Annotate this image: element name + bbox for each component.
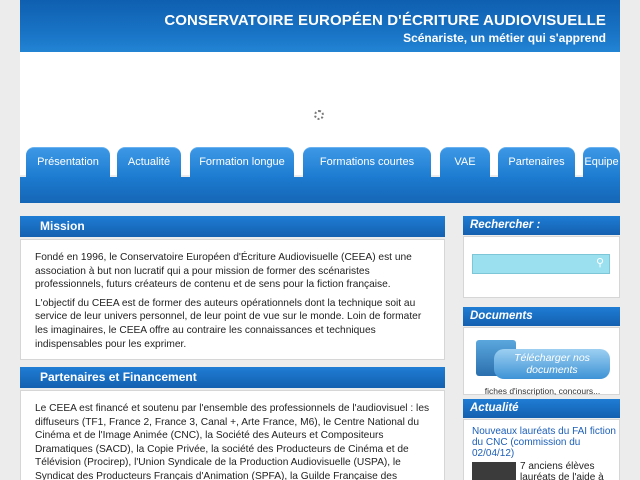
main-nav: Présentation Actualité Formation longue … (20, 147, 620, 203)
mission-heading: Mission (20, 216, 445, 237)
documents-heading: Documents (463, 307, 620, 326)
news-box: Nouveaux lauréats du FAI fiction du CNC … (463, 419, 620, 480)
loading-spinner-icon (314, 110, 324, 120)
tab-equipe[interactable]: Equipe (583, 147, 620, 178)
tab-formation-longue[interactable]: Formation longue (190, 147, 294, 178)
search-input[interactable] (472, 254, 610, 274)
partners-heading: Partenaires et Financement (20, 367, 445, 388)
site-subtitle: Scénariste, un métier qui s'apprend (403, 31, 606, 45)
tab-vae[interactable]: VAE (440, 147, 490, 178)
mission-panel: Fondé en 1996, le Conservatoire Européen… (20, 239, 445, 360)
search-heading: Rechercher : (463, 216, 620, 235)
mission-paragraph-2: L'objectif du CEEA est de former des aut… (35, 297, 422, 350)
news-thumbnail (472, 462, 516, 480)
site-header: CONSERVATOIRE EUROPÉEN D'ÉCRITURE AUDIOV… (20, 0, 620, 52)
news-excerpt: 7 anciens élèves lauréats de l'aide à (520, 461, 604, 480)
tab-presentation[interactable]: Présentation (26, 147, 110, 178)
mission-paragraph-1: Fondé en 1996, le Conservatoire Européen… (35, 252, 412, 291)
site-title: CONSERVATOIRE EUROPÉEN D'ÉCRITURE AUDIOV… (164, 12, 606, 29)
nav-bar (20, 177, 620, 203)
download-documents-button[interactable]: Télécharger nos documents (494, 349, 610, 379)
news-link[interactable]: Nouveaux lauréats du FAI fiction du CNC … (472, 426, 617, 459)
tab-formations-courtes[interactable]: Formations courtes (303, 147, 431, 178)
documents-caption: fiches d'inscription, concours... (484, 386, 601, 396)
search-icon[interactable]: ⚲ (594, 257, 606, 269)
partners-panel: Le CEEA est financé et soutenu par l'ens… (20, 390, 445, 480)
search-box: ⚲ (463, 236, 620, 298)
partners-paragraph: Le CEEA est financé et soutenu par l'ens… (35, 403, 430, 480)
news-heading: Actualité (463, 399, 620, 418)
documents-box: Télécharger nos documents fiches d'inscr… (463, 327, 620, 396)
tab-actualite[interactable]: Actualité (117, 147, 181, 178)
tab-partenaires[interactable]: Partenaires (498, 147, 575, 178)
